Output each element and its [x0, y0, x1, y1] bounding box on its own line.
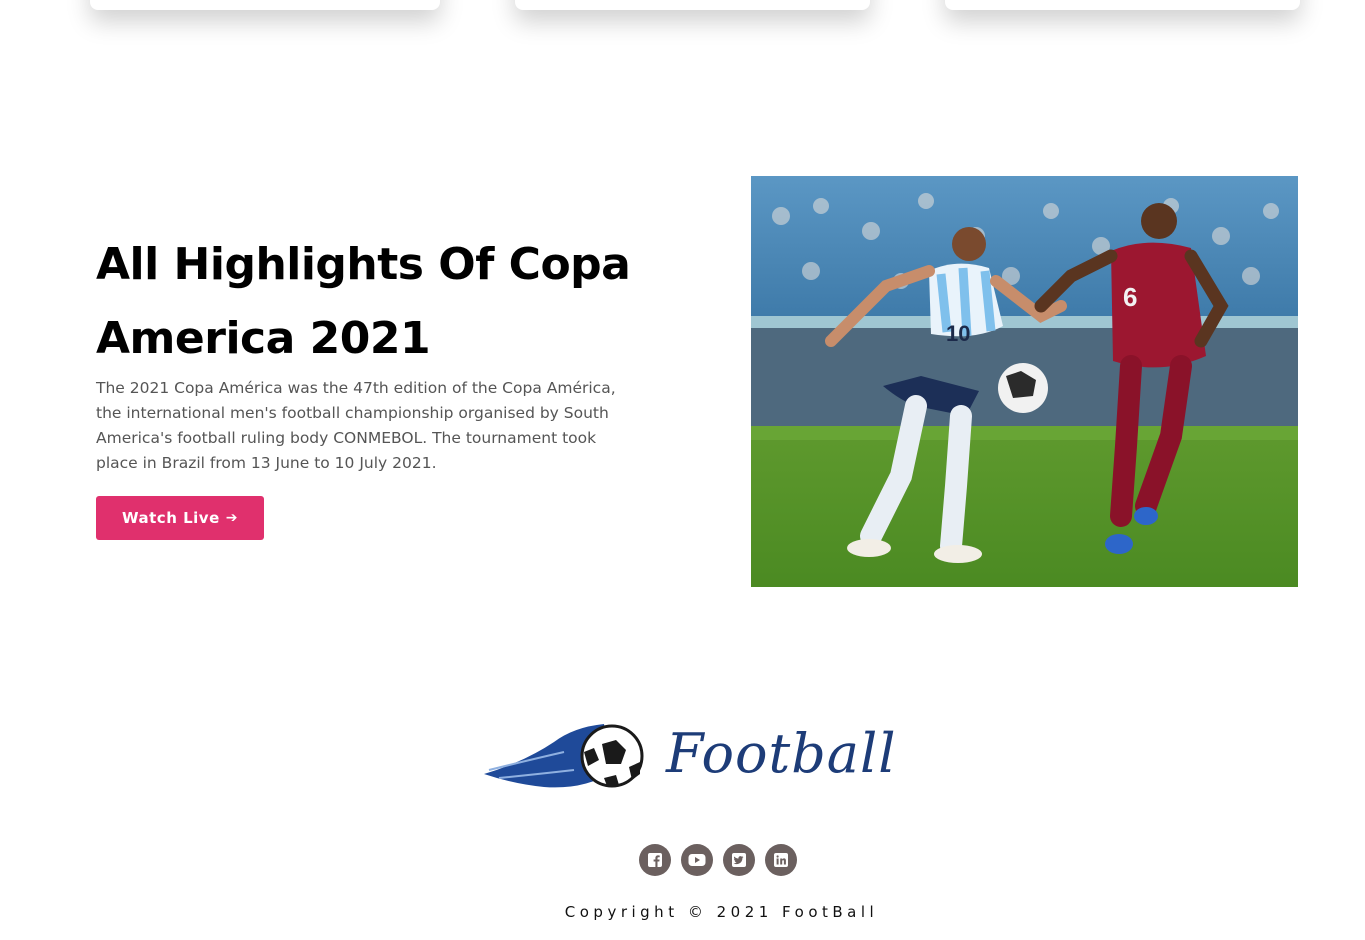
- highlights-title: All Highlights Of Copa America 2021: [96, 239, 631, 364]
- facebook-icon: [648, 853, 662, 867]
- copyright-text: Copyright © 2021 FootBall: [564, 903, 879, 921]
- linkedin-icon: [774, 853, 788, 867]
- social-links: [639, 844, 797, 876]
- watch-live-button[interactable]: Watch Live ➔: [96, 496, 264, 540]
- football-logo[interactable]: Football: [484, 712, 897, 807]
- card-bottom-edge: [945, 0, 1300, 10]
- logo-text: Football: [666, 722, 897, 785]
- youtube-icon: [688, 854, 706, 866]
- linkedin-link[interactable]: [765, 844, 797, 876]
- card-bottom-edge: [515, 0, 870, 10]
- jersey-number-6: 6: [1123, 282, 1137, 312]
- jersey-number-10: 10: [946, 321, 970, 346]
- youtube-link[interactable]: [681, 844, 713, 876]
- facebook-link[interactable]: [639, 844, 671, 876]
- copa-america-match-photo: 10 6: [751, 176, 1298, 587]
- ball-flame-icon: [484, 724, 644, 788]
- card-bottom-edge: [90, 0, 440, 10]
- twitter-icon: [732, 853, 746, 867]
- arrow-right-icon: ➔: [225, 510, 238, 526]
- twitter-link[interactable]: [723, 844, 755, 876]
- watch-live-label: Watch Live: [122, 509, 220, 527]
- highlights-description: The 2021 Copa América was the 47th editi…: [96, 379, 616, 472]
